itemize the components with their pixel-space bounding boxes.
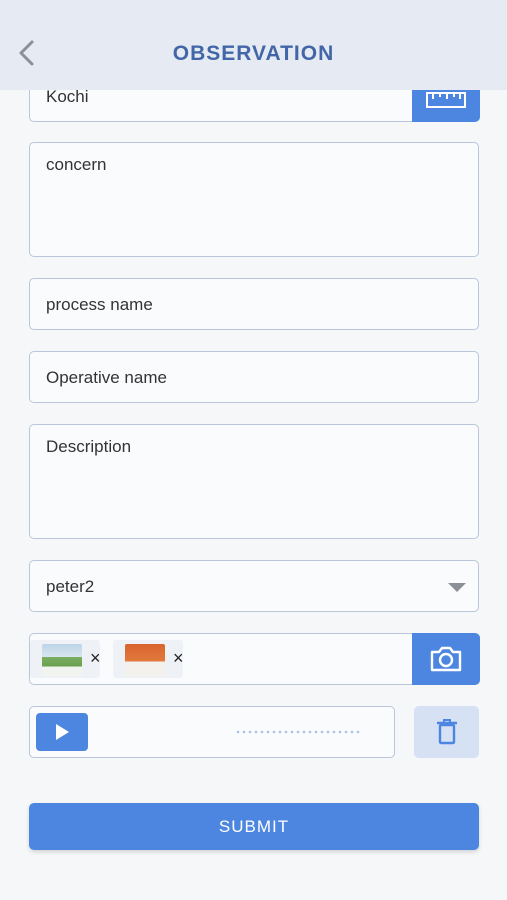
attachment-item: ×	[113, 640, 184, 678]
attachment-thumbnail[interactable]	[125, 644, 165, 676]
assignee-value: peter2	[46, 577, 95, 596]
camera-icon	[430, 646, 461, 671]
play-button[interactable]	[36, 713, 88, 751]
app-header: OBSERVATION	[0, 0, 507, 90]
description-placeholder: Description	[46, 437, 132, 456]
concern-placeholder: concern	[46, 155, 107, 174]
caret-down-icon	[448, 583, 466, 592]
description-textarea[interactable]: Description	[29, 424, 479, 539]
process-name-placeholder: process name	[46, 295, 153, 314]
trash-icon	[436, 719, 457, 745]
remove-attachment-button[interactable]: ×	[173, 648, 184, 669]
concern-textarea[interactable]: concern	[29, 142, 479, 257]
attachments-field: × ×	[29, 632, 480, 685]
submit-button[interactable]: SUBMIT	[29, 803, 479, 850]
delete-audio-button[interactable]	[414, 706, 479, 758]
process-name-input[interactable]: process name	[29, 278, 479, 330]
attachment-item: ×	[30, 640, 101, 678]
operative-name-placeholder: Operative name	[46, 368, 167, 387]
attachment-thumbnail[interactable]	[42, 644, 82, 676]
operative-name-input[interactable]: Operative name	[29, 351, 479, 403]
remove-attachment-button[interactable]: ×	[90, 648, 101, 669]
page-title: OBSERVATION	[172, 42, 335, 65]
assignee-select[interactable]: peter2	[29, 560, 479, 612]
play-icon	[56, 724, 69, 740]
location-value: Kochi	[46, 87, 89, 106]
audio-waveform	[235, 730, 360, 734]
audio-player	[29, 706, 395, 758]
camera-button[interactable]	[411, 632, 480, 685]
